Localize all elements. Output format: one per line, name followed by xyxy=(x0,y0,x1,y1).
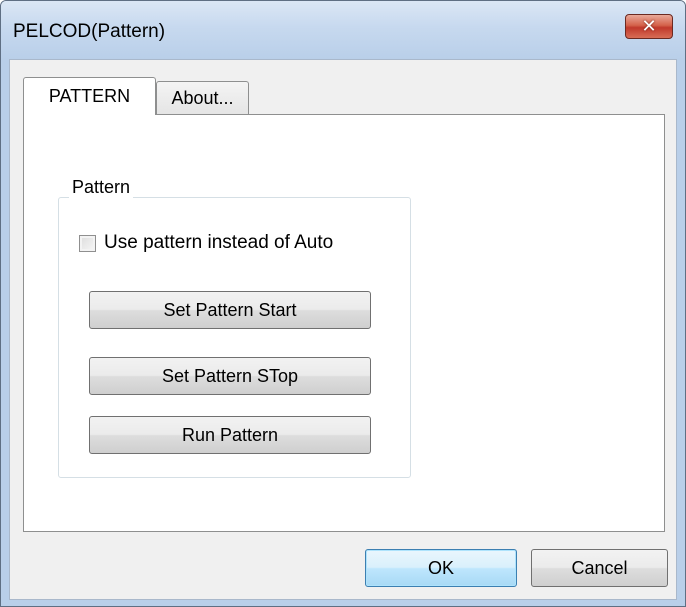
tab-panel-pattern: Pattern Use pattern instead of Auto Set … xyxy=(23,114,665,532)
tab-pattern[interactable]: PATTERN xyxy=(23,77,156,115)
set-pattern-stop-button[interactable]: Set Pattern STop xyxy=(89,357,371,395)
set-pattern-start-button[interactable]: Set Pattern Start xyxy=(89,291,371,329)
title-bar[interactable]: PELCOD(Pattern) ✕ xyxy=(1,1,685,59)
use-pattern-checkbox-label[interactable]: Use pattern instead of Auto xyxy=(104,232,333,254)
tab-about-label: About... xyxy=(171,87,234,108)
ok-button[interactable]: OK xyxy=(365,549,517,587)
use-pattern-checkbox-row[interactable]: Use pattern instead of Auto xyxy=(79,232,333,254)
dialog-window: PELCOD(Pattern) ✕ PATTERN About... Patte… xyxy=(0,0,686,607)
tab-pattern-label: PATTERN xyxy=(48,86,131,106)
run-pattern-button[interactable]: Run Pattern xyxy=(89,416,371,454)
close-icon: ✕ xyxy=(641,15,657,37)
use-pattern-checkbox[interactable] xyxy=(79,234,96,252)
close-button[interactable]: ✕ xyxy=(625,14,673,39)
tab-about[interactable]: About... xyxy=(156,81,249,114)
window-title: PELCOD(Pattern) xyxy=(13,21,166,42)
pattern-group-label: Pattern xyxy=(69,177,134,198)
dialog-client-area: PATTERN About... Pattern Use pattern ins… xyxy=(9,59,677,600)
cancel-button[interactable]: Cancel xyxy=(531,549,668,587)
